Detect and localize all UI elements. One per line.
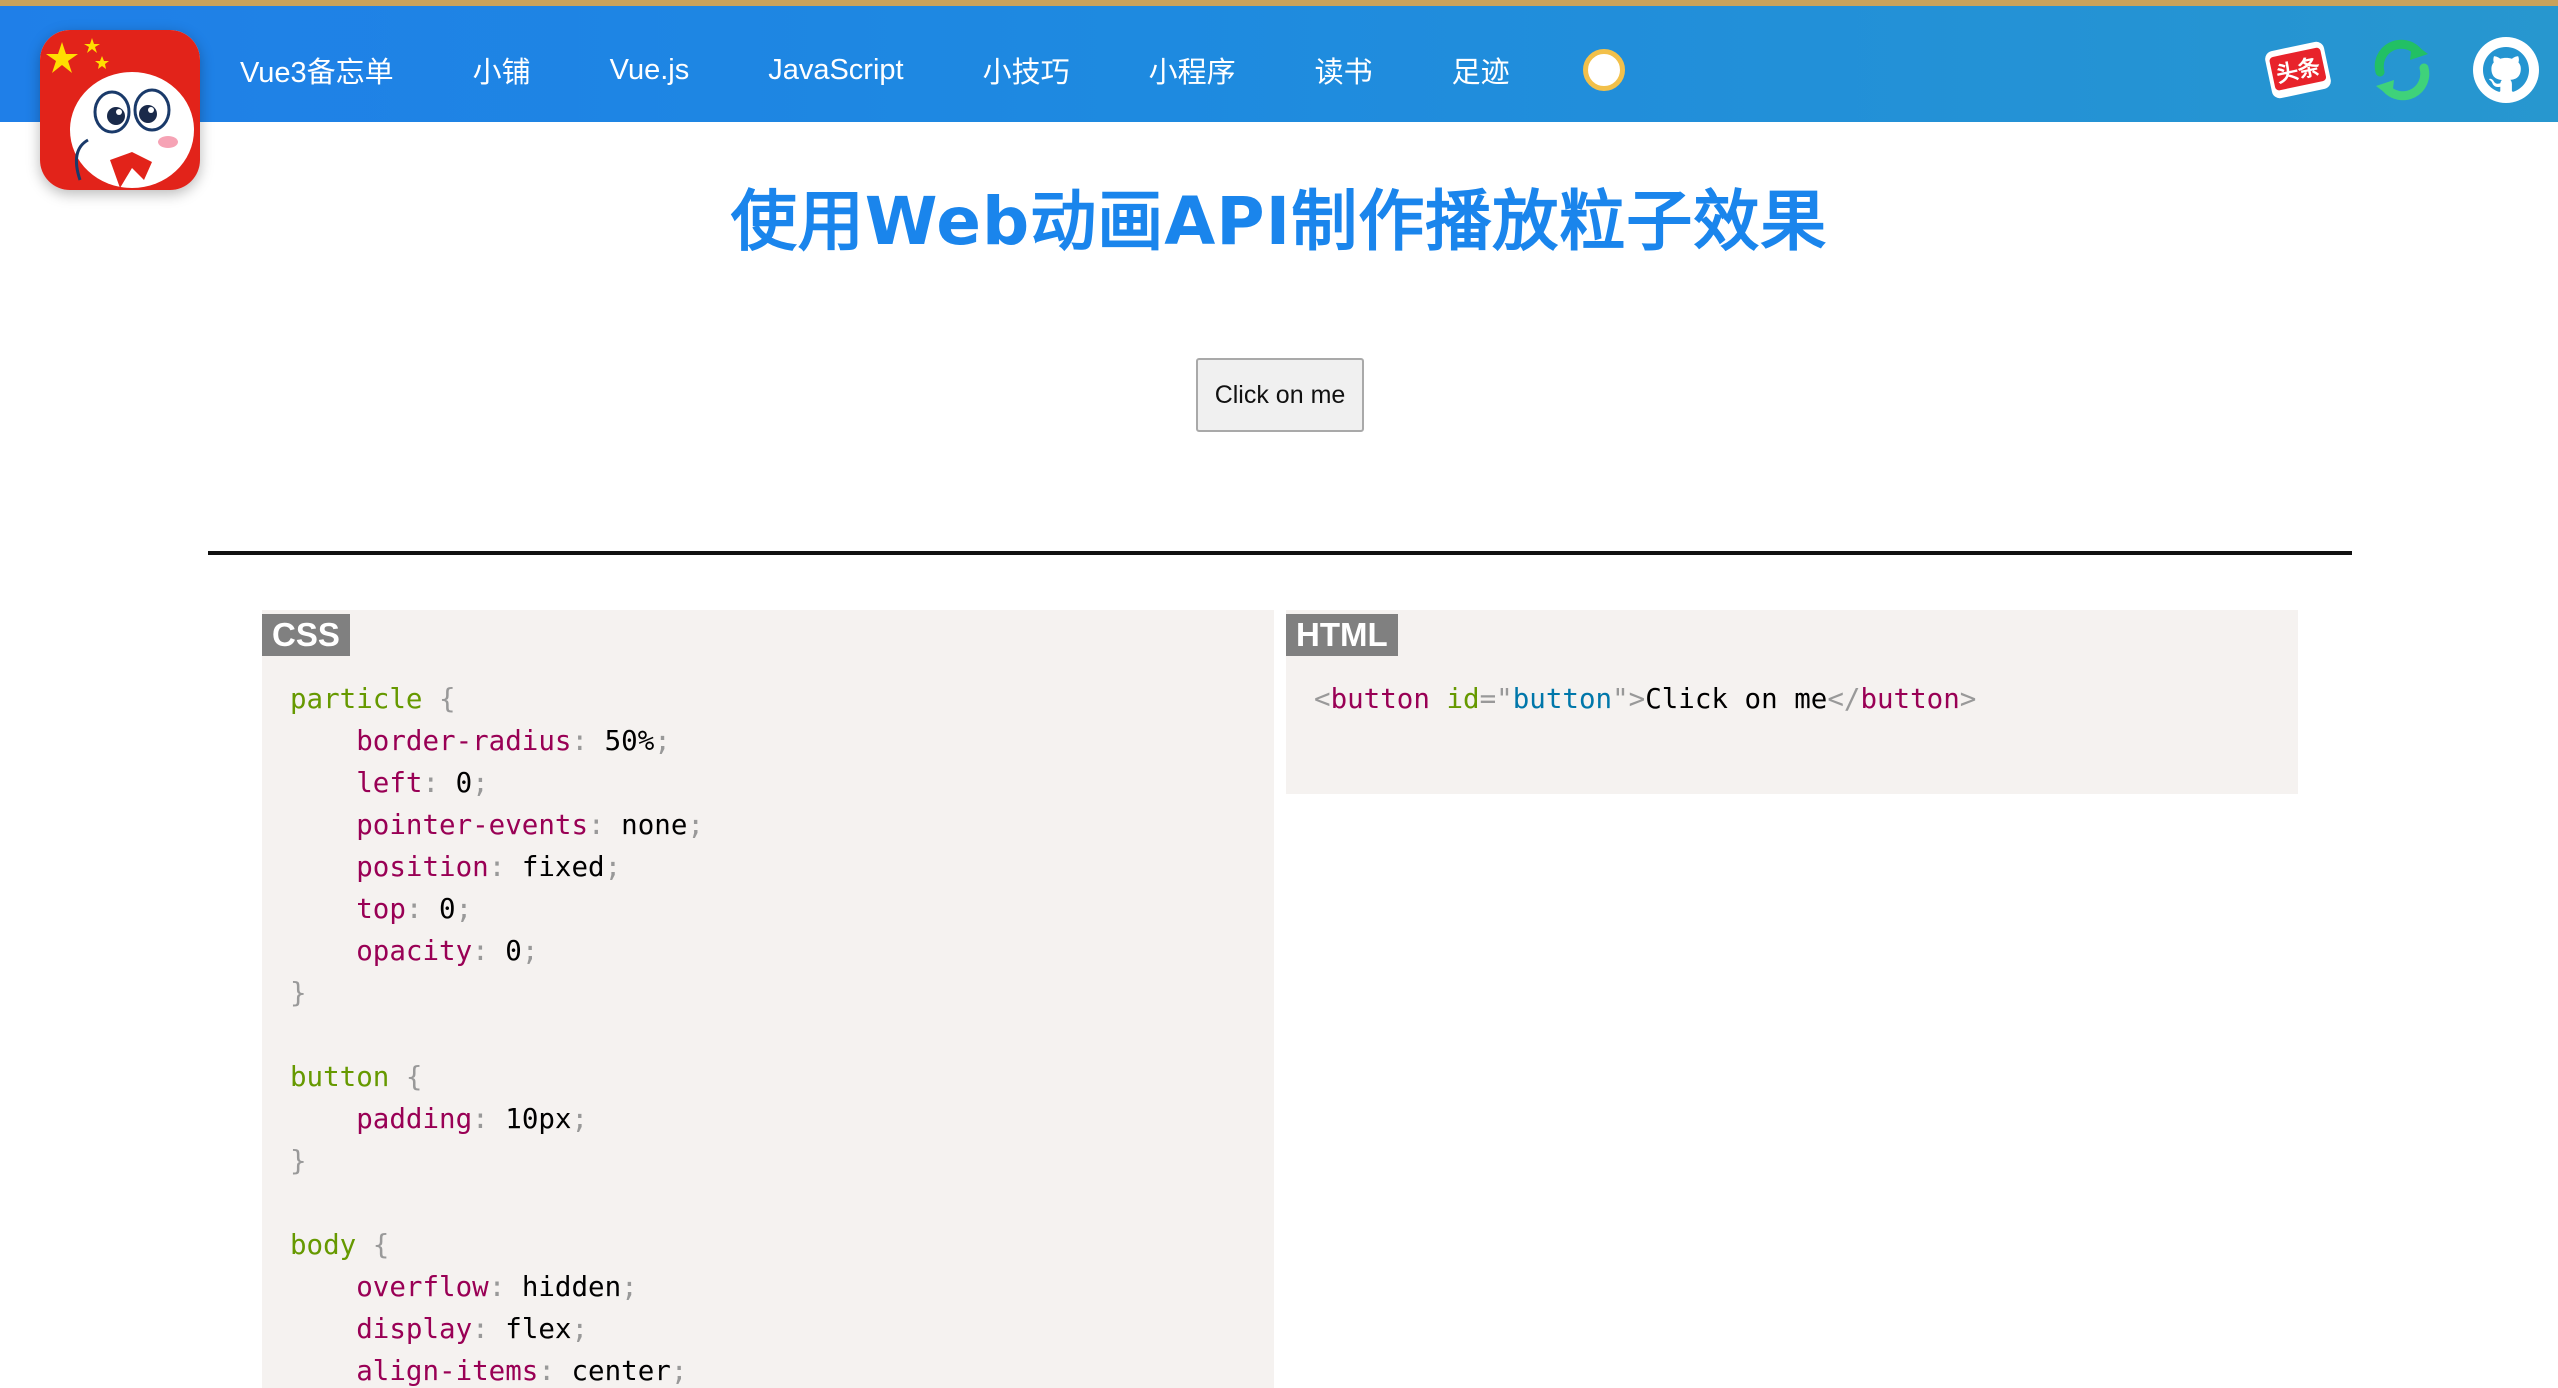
css-property: pointer-events — [356, 809, 589, 841]
css-property: display — [356, 1313, 473, 1345]
css-code-panel: CSS particle { border-radius: 50%; left:… — [262, 610, 1274, 1388]
css-value: center — [571, 1355, 671, 1387]
html-tag-name: button — [1330, 683, 1430, 715]
html-code-panel: HTML <button id="button">Click on me</bu… — [1286, 610, 2298, 794]
section-divider — [208, 551, 2352, 555]
css-selector: particle — [290, 683, 423, 715]
css-code-block: particle { border-radius: 50%; left: 0; … — [290, 683, 704, 1387]
css-property: border-radius — [356, 725, 572, 757]
main-nav: Vue3备忘单 小铺 Vue.js JavaScript 小技巧 小程序 读书 … — [240, 12, 1625, 128]
html-panel-label: HTML — [1286, 614, 1398, 656]
nav-item-javascript[interactable]: JavaScript — [768, 54, 903, 87]
github-icon[interactable] — [2470, 34, 2542, 106]
css-panel-label: CSS — [262, 614, 350, 656]
css-value: 0 — [439, 893, 456, 925]
css-selector: body — [290, 1229, 357, 1261]
html-closing-tag: button — [1860, 683, 1960, 715]
top-nav-bar: Vue3备忘单 小铺 Vue.js JavaScript 小技巧 小程序 读书 … — [0, 0, 2558, 122]
css-value: 10px — [505, 1103, 572, 1135]
click-on-me-button[interactable]: Click on me — [1196, 358, 1364, 432]
nav-item-reading[interactable]: 读书 — [1315, 49, 1373, 91]
nav-item-vuejs[interactable]: Vue.js — [610, 54, 690, 87]
css-value: none — [621, 809, 688, 841]
html-code-block: <button id="button">Click on me</button> — [1314, 683, 1977, 715]
refresh-icon[interactable] — [2366, 34, 2438, 106]
html-text-content: Click on me — [1645, 683, 1828, 715]
nav-item-footprints[interactable]: 足迹 — [1452, 49, 1510, 91]
nav-item-shop[interactable]: 小铺 — [473, 49, 531, 91]
css-selector: button — [290, 1061, 390, 1093]
css-property: align-items — [356, 1355, 539, 1387]
css-property: overflow — [356, 1271, 489, 1303]
html-attr-name: id — [1446, 683, 1480, 715]
css-value: 0 — [455, 767, 473, 799]
css-value: fixed — [521, 851, 605, 883]
css-value: flex — [505, 1313, 572, 1345]
nav-item-miniprogram[interactable]: 小程序 — [1149, 49, 1236, 91]
toutiao-icon[interactable]: 头条 — [2262, 34, 2334, 106]
css-property: left — [356, 767, 423, 799]
css-value: 0 — [505, 935, 522, 967]
page-title: 使用Web动画API制作播放粒子效果 — [730, 183, 1828, 260]
html-attr-value: button — [1512, 683, 1613, 715]
css-value: 50% — [604, 725, 655, 757]
site-logo-avatar[interactable] — [40, 30, 200, 190]
css-property: opacity — [356, 935, 473, 967]
css-property: padding — [356, 1103, 473, 1135]
css-value: hidden — [521, 1271, 622, 1303]
nav-item-tips[interactable]: 小技巧 — [983, 49, 1070, 91]
page: Vue3备忘单 小铺 Vue.js JavaScript 小技巧 小程序 读书 … — [0, 0, 2558, 1388]
nav-item-vue3-cheatsheet[interactable]: Vue3备忘单 — [240, 49, 394, 91]
css-property: top — [356, 893, 406, 925]
css-property: position — [356, 851, 489, 883]
theme-toggle-icon[interactable] — [1582, 49, 1625, 91]
